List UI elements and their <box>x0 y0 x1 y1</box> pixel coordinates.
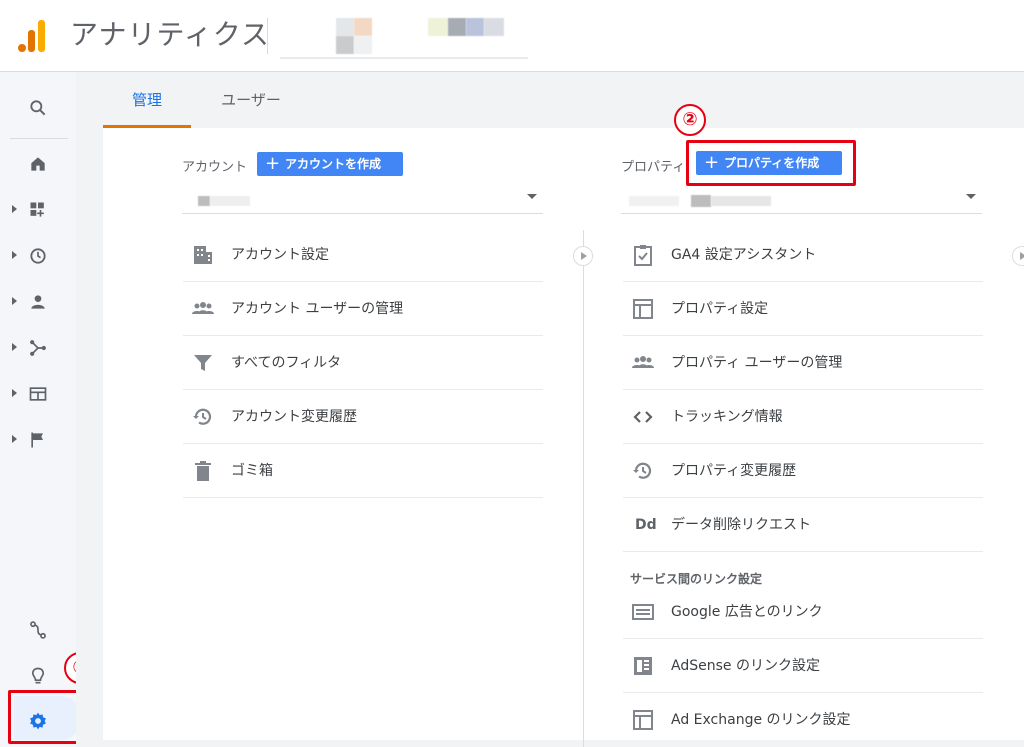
menu-label: ゴミ箱 <box>231 463 273 479</box>
rail-audience[interactable] <box>0 282 76 322</box>
search-icon <box>30 100 46 116</box>
menu-label: アカウント ユーザーの管理 <box>231 301 404 317</box>
column-divider <box>583 230 584 747</box>
expand-arrow-icon <box>12 205 17 213</box>
app-title: アナリティクス <box>70 18 270 51</box>
code-icon <box>633 411 653 423</box>
people-icon <box>192 302 214 314</box>
lightbulb-icon <box>31 667 45 684</box>
left-rail <box>0 72 76 747</box>
menu-label: プロパティ設定 <box>671 301 769 317</box>
column-arrow-icon <box>573 246 593 266</box>
menu-label: Google 広告とのリンク <box>671 604 823 620</box>
analytics-logo[interactable] <box>18 18 48 52</box>
menu-adexchange-link[interactable]: Ad Exchange のリンク設定 <box>623 693 983 747</box>
annotation-badge-2: ② <box>674 104 706 136</box>
filter-icon <box>194 355 212 371</box>
layout-icon <box>633 299 653 319</box>
rail-acquisition[interactable] <box>0 328 76 368</box>
clock-icon <box>30 248 46 264</box>
expand-arrow-icon <box>12 297 17 305</box>
rail-attribution[interactable] <box>0 610 76 650</box>
expand-arrow-icon <box>12 343 17 351</box>
menu-data-deletion[interactable]: Dd データ削除リクエスト <box>623 498 983 552</box>
menu-label: アカウント設定 <box>231 247 329 263</box>
menu-account-settings[interactable]: アカウント設定 <box>183 228 543 282</box>
menu-property-users[interactable]: プロパティ ユーザーの管理 <box>623 336 983 390</box>
building-icon <box>194 246 212 264</box>
dropdown-caret-icon <box>527 194 537 199</box>
rail-conversions[interactable] <box>0 420 76 460</box>
menu-account-users[interactable]: アカウント ユーザーの管理 <box>183 282 543 336</box>
menu-account-history[interactable]: アカウント変更履歴 <box>183 390 543 444</box>
dashboard-icon <box>30 202 44 217</box>
rail-search[interactable] <box>0 88 76 128</box>
annotation-box-1 <box>8 690 80 744</box>
menu-trash[interactable]: ゴミ箱 <box>183 444 543 498</box>
header-divider <box>267 18 268 54</box>
history-icon <box>193 408 212 425</box>
menu-adsense-link[interactable]: AdSense のリンク設定 <box>623 639 983 693</box>
rail-customization[interactable] <box>0 190 76 230</box>
expand-arrow-icon <box>12 251 17 259</box>
acquisition-icon <box>30 340 46 356</box>
rail-behavior[interactable] <box>0 374 76 414</box>
dd-icon: Dd <box>635 517 657 533</box>
tab-admin[interactable]: 管理 <box>103 72 191 128</box>
app-header: アナリティクス <box>0 0 1024 72</box>
behavior-icon <box>29 387 47 401</box>
menu-label: プロパティ ユーザーの管理 <box>671 355 843 371</box>
menu-ga4-setup[interactable]: GA4 設定アシスタント <box>623 228 983 282</box>
rail-realtime[interactable] <box>0 236 76 276</box>
property-select[interactable] <box>621 180 982 214</box>
menu-label: データ削除リクエスト <box>671 517 811 533</box>
person-icon <box>31 295 45 309</box>
expand-arrow-icon <box>12 389 17 397</box>
account-column-label: アカウント <box>182 160 248 175</box>
account-selector-underline <box>280 57 528 59</box>
flag-icon <box>31 432 43 448</box>
adexchange-icon <box>633 710 653 730</box>
tab-bar: 管理 ユーザー <box>103 72 1024 128</box>
trash-icon <box>195 461 211 481</box>
plus-icon: + <box>265 153 281 174</box>
tab-user[interactable]: ユーザー <box>203 72 299 128</box>
create-account-button[interactable]: + アカウントを作成 <box>257 152 403 176</box>
home-icon <box>31 157 45 171</box>
menu-label: プロパティ変更履歴 <box>671 463 797 479</box>
menu-label: GA4 設定アシスタント <box>671 247 817 263</box>
clipboard-check-icon <box>634 245 652 266</box>
dropdown-caret-icon <box>966 194 976 199</box>
adsense-icon <box>634 657 652 675</box>
people-icon <box>632 356 654 368</box>
route-icon <box>30 621 46 639</box>
rail-home[interactable] <box>0 144 76 184</box>
account-select[interactable] <box>182 180 543 214</box>
menu-label: AdSense のリンク設定 <box>671 658 820 674</box>
create-account-label: アカウントを作成 <box>285 157 382 171</box>
expand-arrow-icon <box>12 435 17 443</box>
menu-label: アカウント変更履歴 <box>231 409 357 425</box>
rail-separator <box>10 138 68 139</box>
menu-tracking-info[interactable]: トラッキング情報 <box>623 390 983 444</box>
account-selector[interactable] <box>280 12 530 58</box>
history-icon <box>633 462 652 479</box>
menu-label: トラッキング情報 <box>671 409 783 425</box>
menu-property-history[interactable]: プロパティ変更履歴 <box>623 444 983 498</box>
menu-all-filters[interactable]: すべてのフィルタ <box>183 336 543 390</box>
menu-property-settings[interactable]: プロパティ設定 <box>623 282 983 336</box>
property-column-label: プロパティ <box>621 160 686 175</box>
menu-label: Ad Exchange のリンク設定 <box>671 712 851 728</box>
menu-label: すべてのフィルタ <box>231 355 342 371</box>
menu-google-ads-link[interactable]: Google 広告とのリンク <box>623 585 983 639</box>
google-ads-icon <box>632 604 654 620</box>
